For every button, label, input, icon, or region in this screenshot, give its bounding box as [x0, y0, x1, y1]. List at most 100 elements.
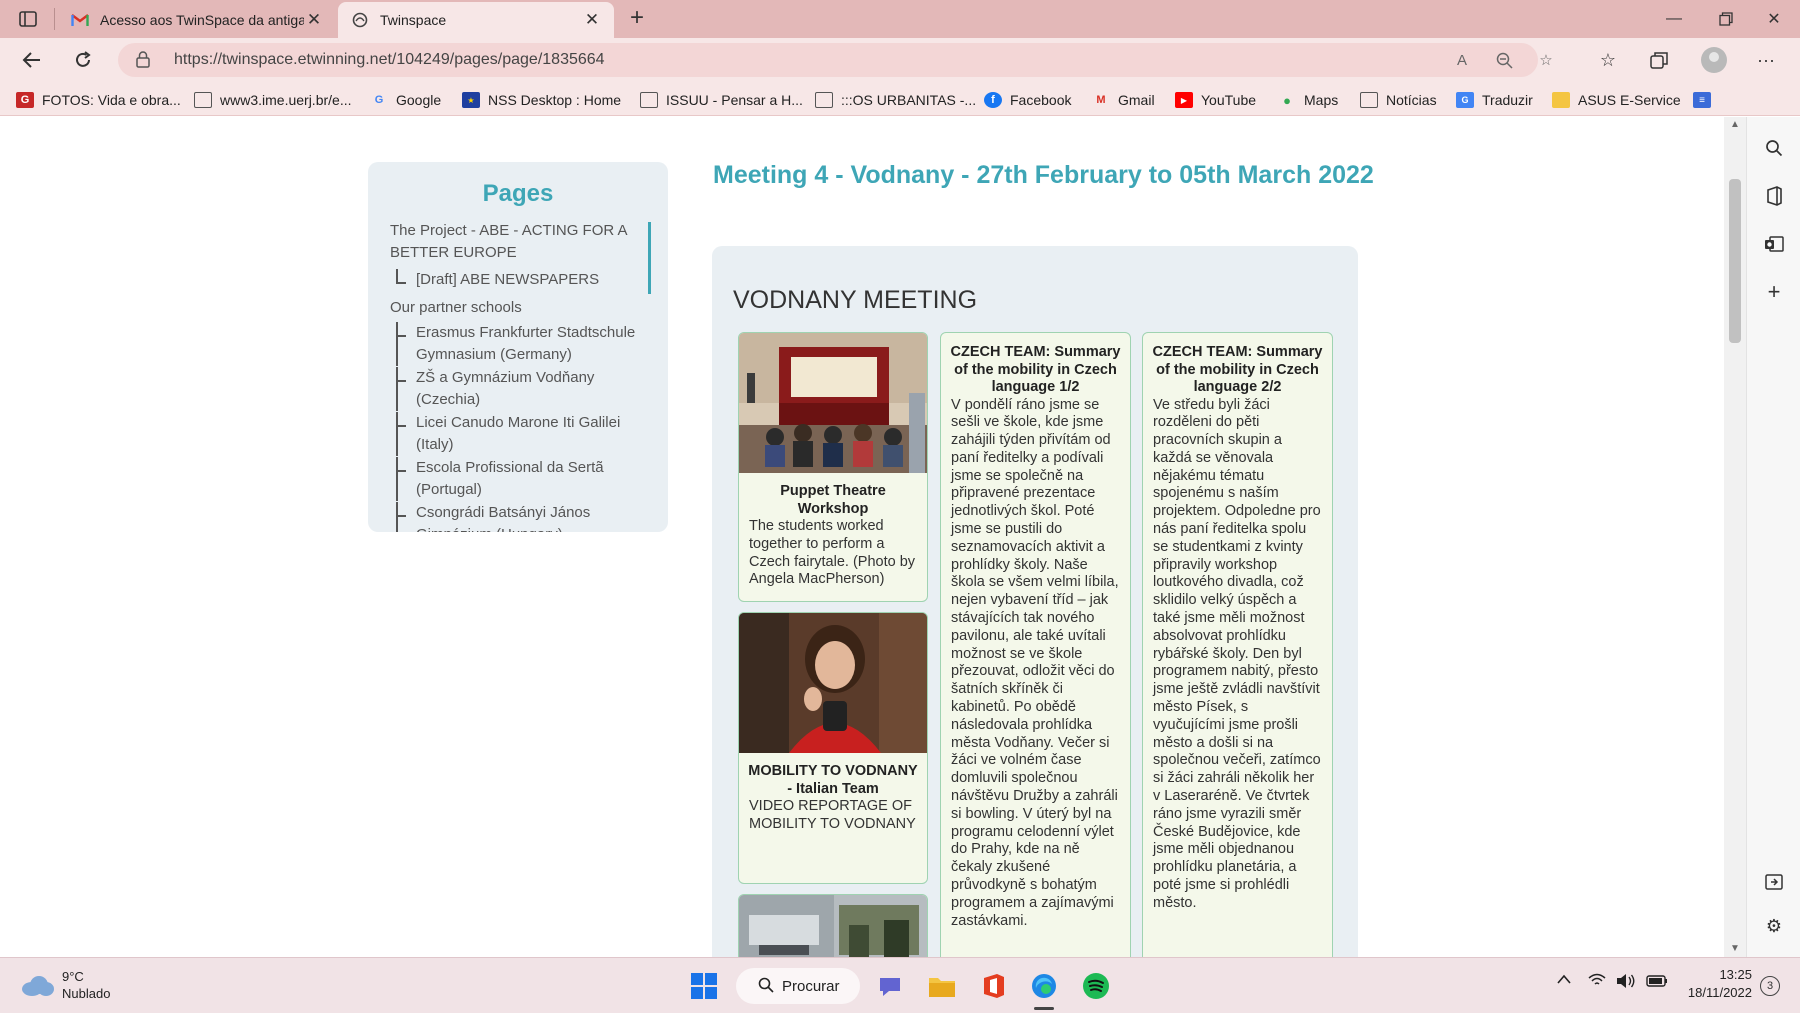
section-heading: VODNANY MEETING [733, 286, 978, 314]
weather-temperature: 9°C [62, 969, 84, 984]
page-content: Pages The Project - ABE - ACTING FOR A B… [0, 117, 1724, 957]
office-icon[interactable] [1761, 183, 1787, 209]
sidebar-item-hungary[interactable]: Csongrádi Batsányi János Gimnázium (Hung… [390, 502, 640, 532]
collections-icon[interactable] [1645, 46, 1673, 74]
other-bookmarks-icon[interactable]: ≡ [1693, 90, 1711, 110]
scroll-down-icon[interactable]: ▼ [1730, 943, 1740, 954]
sidebar-heading: Pages [482, 180, 554, 207]
minimize-icon[interactable]: — [1648, 0, 1700, 38]
wifi-icon[interactable] [1588, 973, 1606, 990]
bookmark-nss[interactable]: ★ NSS Desktop : Home [462, 90, 621, 110]
notification-badge[interactable]: 3 [1760, 976, 1780, 996]
card-title: CZECH TEAM: Summary of the mobility in C… [950, 344, 1121, 395]
url-text[interactable]: https://twinspace.etwinning.net/104249/p… [174, 51, 605, 69]
bookmark-youtube[interactable]: ▶ YouTube [1175, 90, 1256, 110]
address-bar[interactable]: https://twinspace.etwinning.net/104249/p… [118, 43, 1553, 77]
page-icon [640, 92, 658, 108]
sidebar-item-germany[interactable]: Erasmus Frankfurter Stadtschule Gymnasiu… [390, 322, 640, 366]
battery-icon[interactable] [1646, 974, 1668, 991]
windows-taskbar: 9°C Nublado Procurar 13:25 18/11/2022 3 [0, 957, 1800, 1013]
office-app-icon[interactable] [978, 970, 1010, 1002]
tab-title: Twinspace [380, 12, 447, 28]
page-icon [815, 92, 833, 108]
add-sidebar-app-icon[interactable]: + [1761, 279, 1787, 305]
refresh-icon[interactable] [66, 44, 100, 76]
page-scrollbar[interactable]: ▲ ▼ [1724, 117, 1746, 957]
scrollbar-thumb[interactable] [1729, 179, 1741, 343]
pages-sidebar: Pages The Project - ABE - ACTING FOR A B… [368, 162, 668, 532]
tab-twinspace[interactable]: Twinspace ✕ [338, 2, 614, 38]
bookmark-ime[interactable]: www3.ime.uerj.br/e... [194, 90, 351, 110]
teams-chat-icon[interactable] [874, 970, 906, 1002]
sidebar-item-czechia[interactable]: ZŠ a Gymnázium Vodňany (Czechia) [390, 367, 640, 411]
meeting-panel: VODNANY MEETING Puppet Theatre Workshop … [712, 246, 1358, 957]
scroll-up-icon[interactable]: ▲ [1730, 119, 1740, 130]
bookmark-google[interactable]: G Google [370, 90, 441, 110]
edge-browser-icon[interactable] [1028, 970, 1060, 1002]
bookmark-asus[interactable]: ASUS E-Service [1552, 90, 1681, 110]
restore-icon[interactable] [1700, 0, 1752, 38]
windows-start-icon[interactable] [688, 970, 720, 1002]
workshop-photo-card[interactable] [738, 894, 928, 957]
czech-summary-1-card[interactable]: CZECH TEAM: Summary of the mobility in C… [940, 332, 1131, 957]
tab-close-icon[interactable]: ✕ [582, 10, 602, 30]
card-text: The students worked together to perform … [749, 518, 916, 588]
back-icon[interactable] [15, 44, 49, 76]
gallery-icon: G [16, 92, 34, 108]
card-text: VIDEO REPORTAGE OF MOBILITY TO VODNANY [749, 798, 916, 832]
sidebar-item-project[interactable]: The Project - ABE - ACTING FOR A BETTER … [390, 220, 640, 264]
czech-summary-2-card[interactable]: CZECH TEAM: Summary of the mobility in C… [1142, 332, 1333, 957]
sidebar-settings-icon[interactable]: ⚙ [1761, 913, 1787, 939]
google-icon: G [374, 94, 384, 106]
favorites-icon[interactable]: ☆ [1594, 46, 1622, 74]
search-label: Procurar [782, 977, 840, 995]
tab-title: Acesso aos TwinSpace da antiga [100, 12, 304, 28]
active-page-indicator [648, 222, 651, 294]
sidebar-item-portugal[interactable]: Escola Profissional da Sertã (Portugal) [390, 457, 640, 501]
browser-toolbar: https://twinspace.etwinning.net/104249/p… [0, 38, 1800, 82]
bookmark-noticias[interactable]: Notícias [1360, 90, 1437, 110]
puppet-theatre-card[interactable]: Puppet Theatre Workshop The students wor… [738, 332, 928, 602]
bookmark-fotos[interactable]: G FOTOS: Vida e obra... [16, 90, 181, 110]
map-pin-icon: ● [1283, 92, 1291, 108]
taskbar-search-button[interactable]: Procurar [736, 968, 860, 1004]
card-title: MOBILITY TO VODNANY - Italian Team [748, 763, 918, 797]
bookmark-facebook[interactable]: f Facebook [984, 90, 1071, 110]
sidebar-item-partner-schools[interactable]: Our partner schools [390, 297, 640, 319]
bookmark-urbanitas[interactable]: :::OS URBANITAS -... [815, 90, 976, 110]
hide-sidebar-icon[interactable] [1761, 869, 1787, 895]
bookmark-issuu[interactable]: ISSUU - Pensar a H... [640, 90, 803, 110]
close-window-icon[interactable]: ✕ [1748, 0, 1800, 38]
spotify-icon[interactable] [1080, 970, 1112, 1002]
youtube-icon: ▶ [1175, 92, 1193, 108]
italian-team-photo [739, 613, 927, 753]
profile-avatar[interactable] [1701, 47, 1727, 73]
sidebar-item-italy[interactable]: Licei Canudo Marone Iti Galilei (Italy) [390, 412, 640, 456]
search-icon[interactable] [1761, 135, 1787, 161]
weather-description: Nublado [62, 986, 111, 1001]
add-favorite-icon[interactable]: ☆ [1534, 49, 1558, 71]
sidebar-item-newspapers[interactable]: [Draft] ABE NEWSPAPERS [390, 269, 640, 291]
edge-sidebar: + ⚙ [1746, 117, 1800, 957]
volume-icon[interactable] [1616, 973, 1636, 992]
tab-gmail[interactable]: Acesso aos TwinSpace da antiga ✕ [58, 2, 336, 38]
read-aloud-icon[interactable]: A [1450, 49, 1474, 71]
file-explorer-icon[interactable] [926, 970, 958, 1002]
gmail-icon: M [1096, 94, 1106, 106]
bookmark-maps[interactable]: ● Maps [1278, 90, 1338, 110]
zoom-out-icon[interactable] [1492, 49, 1516, 71]
tab-close-icon[interactable]: ✕ [304, 10, 324, 30]
bookmark-traduzir[interactable]: G Traduzir [1456, 90, 1533, 110]
weather-widget[interactable]: 9°C Nublado [20, 968, 110, 1002]
eu-flag-icon: ★ [462, 92, 480, 108]
italian-team-card[interactable]: MOBILITY TO VODNANY - Italian Team VIDEO… [738, 612, 928, 884]
show-hidden-icons-icon[interactable] [1556, 972, 1572, 988]
card-text: V pondělí ráno jsme se sešli ve škole, k… [951, 396, 1119, 929]
new-tab-icon[interactable]: + [622, 4, 652, 34]
lock-icon[interactable] [136, 51, 152, 69]
outlook-icon[interactable] [1761, 231, 1787, 257]
more-menu-icon[interactable]: ··· [1752, 46, 1780, 74]
bookmark-gmail[interactable]: M Gmail [1092, 90, 1154, 110]
tab-actions-icon[interactable] [14, 8, 42, 30]
system-clock[interactable]: 13:25 18/11/2022 [1680, 966, 1752, 1002]
